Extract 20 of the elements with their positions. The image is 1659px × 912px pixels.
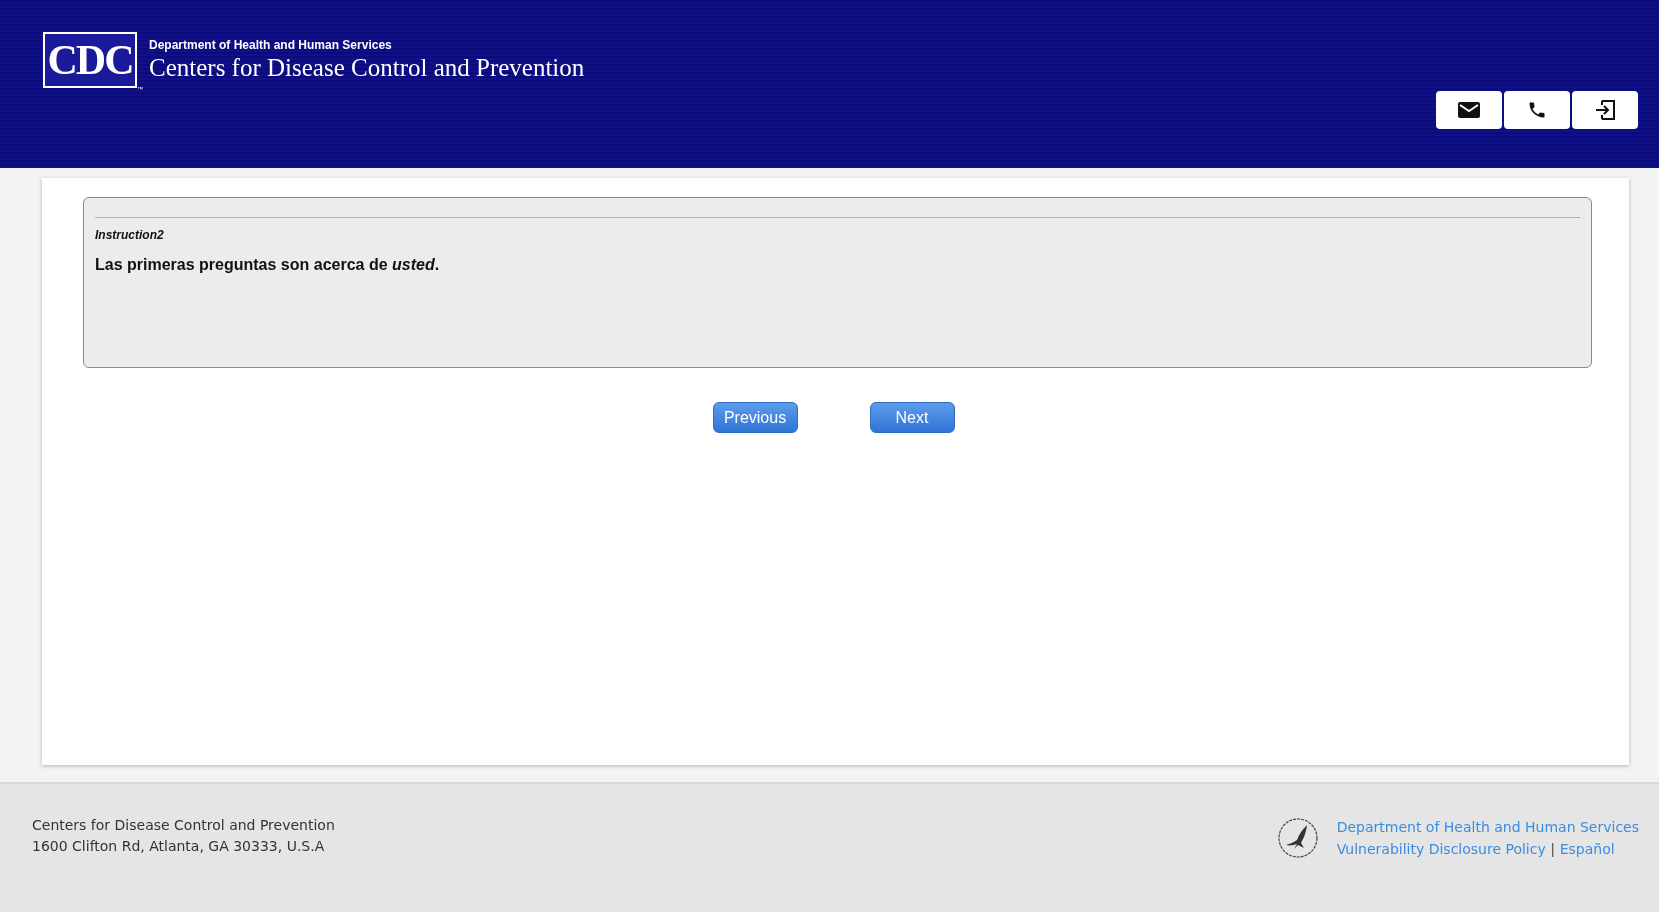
sign-in-button[interactable] [1572, 91, 1638, 129]
spanish-link[interactable]: Español [1559, 840, 1615, 857]
department-name: Department of Health and Human Services [149, 38, 393, 52]
address-line: Centers for Disease Control and Prevention [32, 817, 335, 833]
eagle-seal-icon [1276, 817, 1319, 859]
hhs-link[interactable]: Department of Health and Human Services [1336, 819, 1639, 835]
email-button[interactable] [1436, 91, 1502, 129]
address-line: 1600 Clifton Rd, Atlanta, GA 30333, U.S.A [32, 838, 326, 854]
mail-icon [1458, 102, 1480, 118]
logo-text: CDC [47, 36, 133, 84]
vulnerability-policy-link[interactable]: Vulnerability Disclosure Policy [1336, 840, 1546, 857]
phone-button[interactable] [1504, 91, 1570, 129]
sign-in-icon [1594, 100, 1616, 120]
question-label: Instruction2 [95, 228, 165, 242]
phone-icon [1527, 100, 1547, 120]
agency-name: Centers for Disease Control and Prevention [149, 54, 585, 82]
next-button[interactable]: Next [869, 402, 955, 433]
question-text: Las primeras preguntas son acerca de usted. [95, 256, 441, 274]
previous-button[interactable]: Previous [712, 402, 798, 433]
separator: | [1550, 840, 1555, 857]
